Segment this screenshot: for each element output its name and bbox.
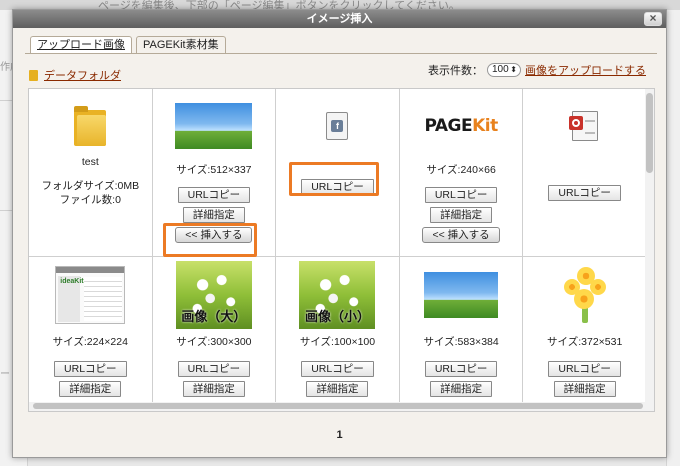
grid-item-image: 画像（小） サイズ:100×100 URLコピー 詳細指定 [276,257,400,411]
folder-name: test [81,156,99,168]
page-number[interactable]: 1 [13,429,666,441]
data-folder-link[interactable]: データフォルダ [44,67,121,83]
thumbnail [74,97,107,155]
bouquet-image [562,265,608,325]
image-size: サイズ:372×531 [547,336,623,348]
close-button[interactable]: × [644,12,662,26]
highlight-insert-button [163,223,257,257]
screenshot-image: ideaKit [55,266,126,324]
url-copy-button[interactable]: URLコピー [424,361,498,377]
highlight-url-copy-button [289,162,379,196]
tab-bar: アップロード画像 PAGEKit素材集 [30,36,226,53]
insert-button[interactable]: << 挿入する [422,227,500,243]
vertical-scrollbar[interactable] [645,89,654,411]
folder-icon [74,106,107,146]
horizontal-scrollbar[interactable] [29,402,647,411]
details-button[interactable]: 詳細指定 [306,381,369,397]
grid-item-folder[interactable]: test フォルダサイズ:0MB ファイル数:0 [29,89,153,257]
folder-icon [29,69,38,81]
grid-item-logo: PAGEKit サイズ:240×66 URLコピー 詳細指定 << 挿入する [399,89,524,257]
grid-item-ppt: URLコピー [523,89,647,257]
data-folder-nav: データフォルダ [29,67,121,83]
thumbnail[interactable]: PAGEKit [424,97,498,155]
close-icon: × [649,11,657,25]
details-button[interactable]: 詳細指定 [59,381,122,397]
image-size: サイズ:224×224 [52,336,128,348]
thumbnail[interactable]: 画像（小） [299,259,376,331]
image-insert-dialog: イメージ挿入 × アップロード画像 PAGEKit素材集 データフォルダ 表示件… [12,9,667,458]
tab-pagekit-materials[interactable]: PAGEKit素材集 [136,36,226,53]
image-grid: test フォルダサイズ:0MB ファイル数:0 サイズ:512×337 URL… [29,89,647,411]
flower-image: 画像（大） [175,261,252,329]
folder-size: フォルダサイズ:0MB [41,180,140,192]
folder-file-count: ファイル数:0 [59,194,121,206]
display-count-select[interactable]: 100 ⬍ [487,63,521,77]
details-button[interactable]: 詳細指定 [430,381,493,397]
dialog-title: イメージ挿入 [306,13,373,25]
image-size: サイズ:300×300 [176,336,252,348]
image-size: サイズ:100×100 [299,336,376,348]
url-copy-button[interactable]: URLコピー [177,361,251,377]
grid-item-image: サイズ:583×384 URLコピー 詳細指定 [400,257,524,411]
background-right-panel [666,10,680,466]
upload-image-link[interactable]: 画像をアップロードする [525,62,646,78]
thumbnail[interactable] [568,97,598,155]
display-options: 表示件数： 100 ⬍ 画像をアップロードする [428,62,646,78]
landscape-image [175,103,253,149]
stepper-arrows-icon: ⬍ [510,65,517,74]
thumbnail[interactable] [175,97,253,155]
dialog-titlebar[interactable]: イメージ挿入 × [13,10,666,28]
url-copy-button[interactable]: URLコピー [301,361,374,377]
thumbnail[interactable] [562,259,608,331]
url-copy-button[interactable]: URLコピー [548,361,621,377]
landscape-image [424,272,499,318]
url-copy-button[interactable]: URLコピー [54,361,127,377]
thumbnail[interactable] [424,259,499,331]
details-button[interactable]: 詳細指定 [430,207,493,223]
display-count-value: 100 [492,64,509,75]
url-copy-button[interactable]: URLコピー [424,187,498,203]
thumbnail[interactable]: f [326,97,349,155]
divider [25,53,657,54]
thumbnail[interactable]: 画像（大） [175,259,252,331]
details-button[interactable]: 詳細指定 [553,381,616,397]
details-button[interactable]: 詳細指定 [182,381,245,397]
grid-item-image: 画像（大） サイズ:300×300 URLコピー 詳細指定 [153,257,277,411]
url-copy-button[interactable]: URLコピー [177,187,251,203]
image-size: サイズ:512×337 [176,164,252,176]
scrollbar-thumb[interactable] [33,403,643,409]
powerpoint-file-icon [568,111,598,141]
details-button[interactable]: 詳細指定 [182,207,245,223]
flash-file-icon: f [326,112,349,140]
flower-image: 画像（小） [299,261,376,329]
display-count-label: 表示件数： [428,65,483,77]
url-copy-button[interactable]: URLコピー [548,185,621,201]
thumbnail[interactable]: ideaKit [55,259,126,331]
pagekit-logo-image: PAGEKit [424,116,498,136]
image-grid-scroll-area[interactable]: test フォルダサイズ:0MB ファイル数:0 サイズ:512×337 URL… [28,88,655,412]
grid-item-image: ideaKit サイズ:224×224 URLコピー 詳細指定 [29,257,153,411]
image-size: サイズ:240×66 [426,164,496,176]
tab-uploaded-images[interactable]: アップロード画像 [30,36,132,53]
image-size: サイズ:583×384 [423,336,499,348]
scrollbar-thumb[interactable] [646,93,653,173]
grid-item-image: サイズ:372×531 URLコピー 詳細指定 [523,257,647,411]
